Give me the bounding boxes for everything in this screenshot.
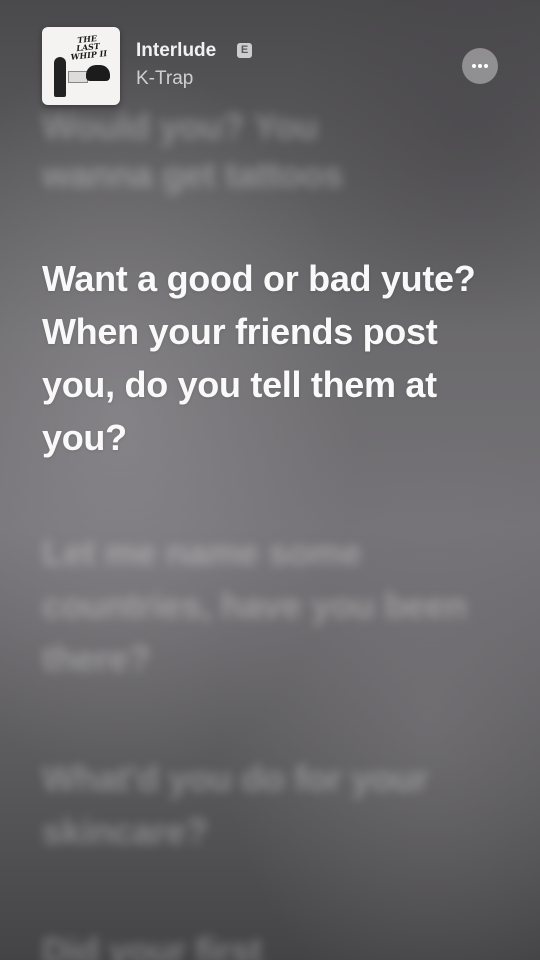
artwork-car [68, 71, 88, 83]
ellipsis-icon [472, 64, 476, 68]
lyrics-view[interactable]: Would you? You wanna get tattoos Want a … [42, 0, 502, 960]
track-title[interactable]: Interlude [136, 40, 216, 62]
artwork-figure-left [54, 57, 66, 97]
ellipsis-icon [484, 64, 488, 68]
lyric-line-next-2[interactable]: What'd you do for your skincare? [42, 752, 502, 858]
lyric-line-previous[interactable]: wanna get tattoos [42, 148, 502, 201]
explicit-badge: E [237, 43, 252, 58]
ellipsis-icon [478, 64, 482, 68]
album-artwork[interactable]: THE LAST WHIP II [42, 27, 120, 105]
track-artist[interactable]: K-Trap [136, 68, 193, 90]
artwork-figure-right [86, 65, 110, 81]
lyric-line-current[interactable]: Want a good or bad yute? When your frien… [42, 252, 502, 464]
more-options-button[interactable] [462, 48, 498, 84]
album-artwork-title: THE LAST WHIP II [70, 33, 108, 62]
lyric-line-next-1[interactable]: Let me name some countries, have you bee… [42, 526, 502, 685]
now-playing-header: THE LAST WHIP II Interlude E K-Trap [0, 0, 540, 120]
lyric-line-next-3[interactable]: Did your first [42, 924, 502, 960]
